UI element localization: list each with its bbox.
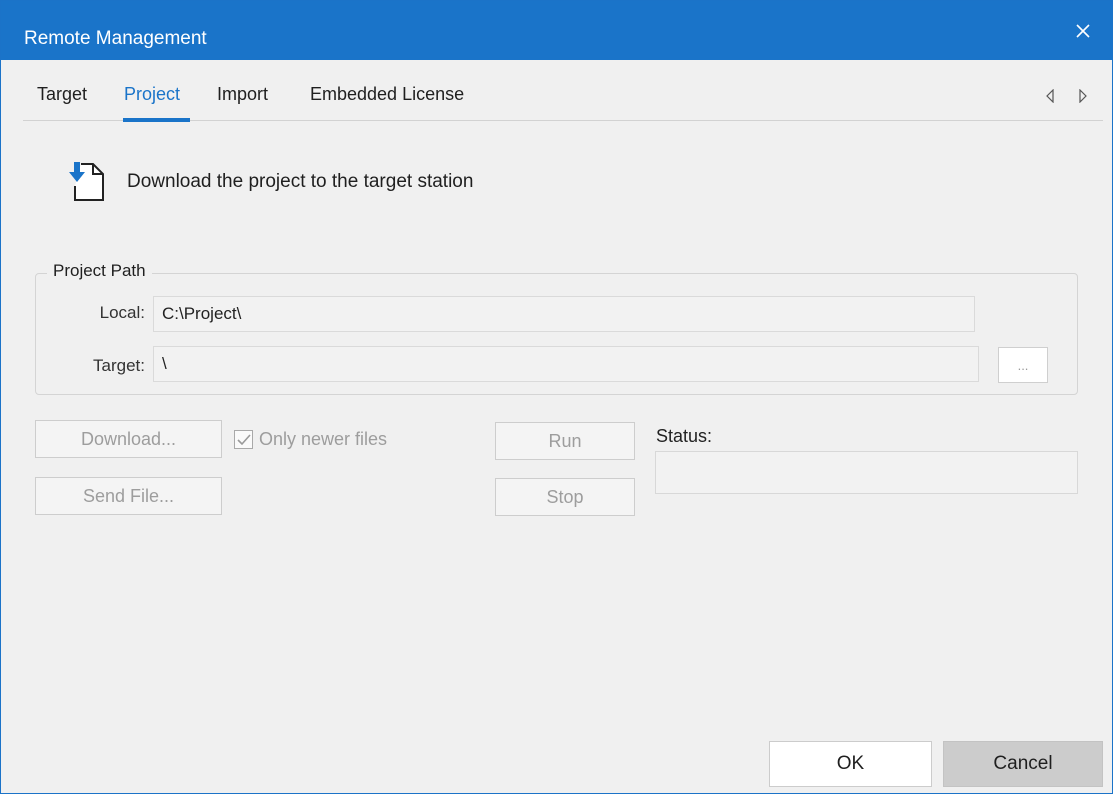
- tab-project[interactable]: Project: [124, 84, 180, 105]
- ok-button[interactable]: OK: [769, 741, 932, 787]
- project-path-legend: Project Path: [47, 261, 152, 281]
- tab-import[interactable]: Import: [217, 84, 268, 105]
- tab-target[interactable]: Target: [37, 84, 87, 105]
- send-file-button[interactable]: Send File...: [35, 477, 222, 515]
- browse-button[interactable]: ...: [998, 347, 1048, 383]
- header-description: Download the project to the target stati…: [127, 171, 474, 192]
- title-bar: Remote Management: [1, 1, 1112, 60]
- status-field: [655, 451, 1078, 494]
- only-newer-files-checkbox[interactable]: Only newer files: [234, 429, 387, 450]
- download-button[interactable]: Download...: [35, 420, 222, 458]
- cancel-button[interactable]: Cancel: [943, 741, 1103, 787]
- remote-management-dialog: Remote Management Target Project Import …: [0, 0, 1113, 794]
- tab-scroll-right-button[interactable]: [1075, 87, 1091, 105]
- tab-embedded-license[interactable]: Embedded License: [310, 84, 464, 105]
- status-label: Status:: [656, 426, 713, 446]
- run-button[interactable]: Run: [495, 422, 635, 460]
- close-button[interactable]: [1054, 1, 1112, 60]
- local-label: Local:: [99, 303, 145, 322]
- local-path-field[interactable]: [153, 296, 975, 332]
- triangle-right-icon: [1079, 89, 1087, 103]
- target-path-field[interactable]: [153, 346, 979, 382]
- dialog-title: Remote Management: [24, 28, 207, 49]
- download-file-icon: [69, 162, 104, 201]
- tab-scroll-left-button[interactable]: [1042, 87, 1058, 105]
- close-icon: [1076, 23, 1090, 38]
- triangle-left-icon: [1046, 89, 1054, 103]
- only-newer-files-label: Only newer files: [259, 429, 388, 449]
- stop-button[interactable]: Stop: [495, 478, 635, 516]
- target-label: Target:: [93, 356, 145, 375]
- checkmark-icon: [236, 433, 251, 445]
- only-newer-files-checkbox-box[interactable]: [234, 430, 253, 449]
- tab-bar: Target Project Import Embedded License: [23, 77, 1103, 123]
- active-tab-indicator: [123, 118, 190, 122]
